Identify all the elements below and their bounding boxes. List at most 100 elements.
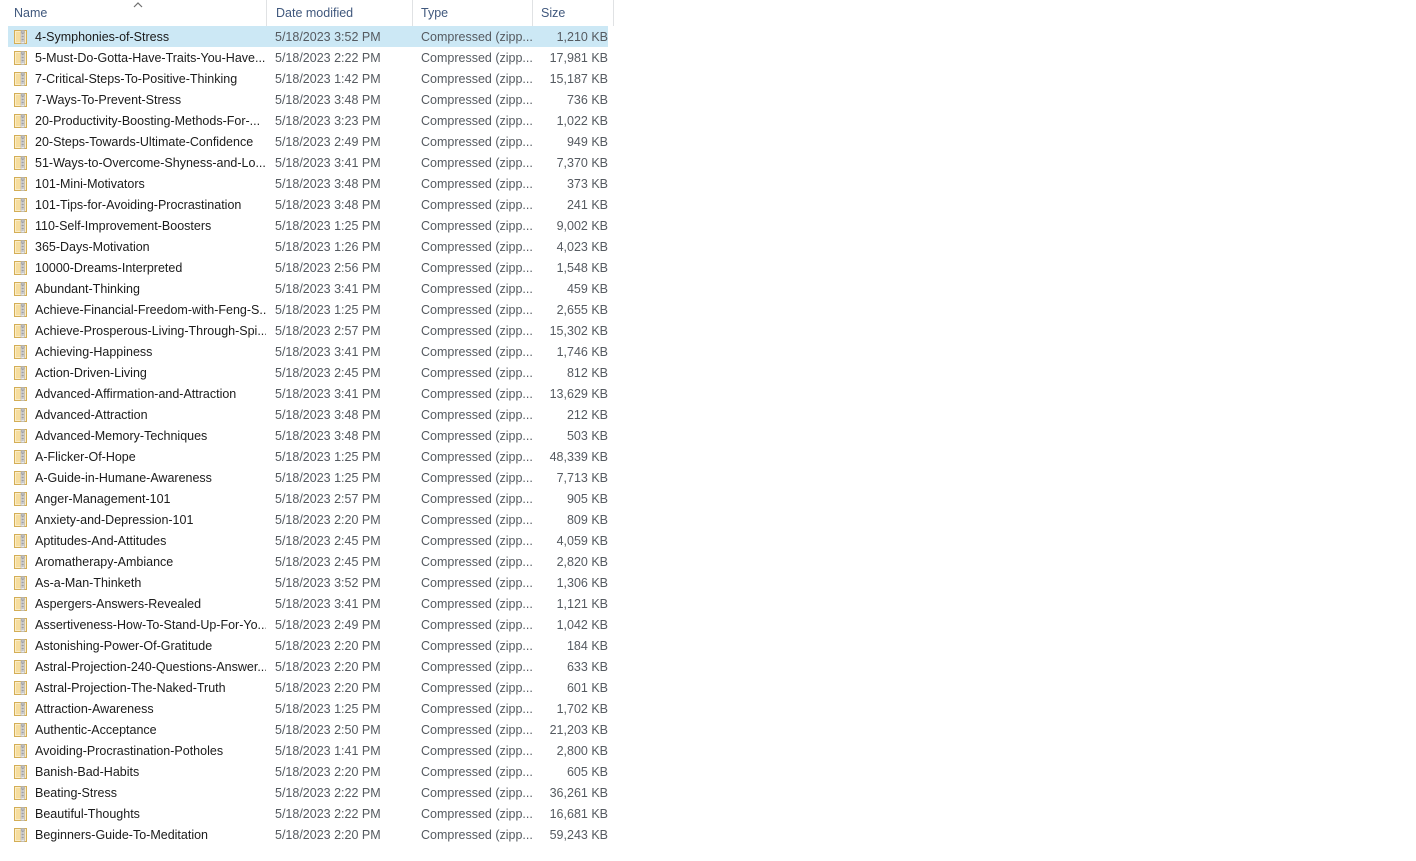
file-name-cell[interactable]: Anger-Management-101 [14, 488, 266, 509]
file-type-label: Compressed (zipp... [421, 281, 533, 296]
file-name-cell[interactable]: Abundant-Thinking [14, 278, 266, 299]
table-row[interactable]: Achieve-Financial-Freedom-with-Feng-S...… [8, 299, 608, 320]
table-row[interactable]: Astral-Projection-240-Questions-Answer..… [8, 656, 608, 677]
table-row[interactable]: 110-Self-Improvement-Boosters 5/18/2023 … [8, 215, 608, 236]
table-row[interactable]: Advanced-Memory-Techniques 5/18/2023 3:4… [8, 425, 608, 446]
column-header-type[interactable]: Type [412, 0, 532, 26]
column-header-size[interactable]: Size [532, 0, 614, 26]
file-type-label: Compressed (zipp... [421, 29, 533, 44]
table-row[interactable]: Assertiveness-How-To-Stand-Up-For-Yo... … [8, 614, 608, 635]
file-name-cell[interactable]: Achieve-Prosperous-Living-Through-Spi... [14, 320, 266, 341]
file-size-cell: 2,820 KB [538, 551, 608, 572]
file-date-modified-label: 5/18/2023 3:48 PM [275, 197, 381, 212]
table-row[interactable]: Beating-Stress 5/18/2023 2:22 PM Compres… [8, 782, 608, 803]
file-name-cell[interactable]: Astral-Projection-The-Naked-Truth [14, 677, 266, 698]
table-row[interactable]: 5-Must-Do-Gotta-Have-Traits-You-Have... … [8, 47, 608, 68]
file-name-cell[interactable]: 110-Self-Improvement-Boosters [14, 215, 266, 236]
table-row[interactable]: Advanced-Attraction 5/18/2023 3:48 PM Co… [8, 404, 608, 425]
file-name-cell[interactable]: 5-Must-Do-Gotta-Have-Traits-You-Have... [14, 47, 266, 68]
file-type-label: Compressed (zipp... [421, 407, 533, 422]
table-row[interactable]: 7-Ways-To-Prevent-Stress 5/18/2023 3:48 … [8, 89, 608, 110]
file-size-cell: 503 KB [538, 425, 608, 446]
file-name-label: 5-Must-Do-Gotta-Have-Traits-You-Have... [35, 50, 266, 65]
table-row[interactable]: Abundant-Thinking 5/18/2023 3:41 PM Comp… [8, 278, 608, 299]
table-row[interactable]: 4-Symphonies-of-Stress 5/18/2023 3:52 PM… [8, 26, 608, 47]
file-name-cell[interactable]: Achieve-Financial-Freedom-with-Feng-S... [14, 299, 266, 320]
file-name-cell[interactable]: Beautiful-Thoughts [14, 803, 266, 824]
table-row[interactable]: Authentic-Acceptance 5/18/2023 2:50 PM C… [8, 719, 608, 740]
file-name-cell[interactable]: Advanced-Attraction [14, 404, 266, 425]
table-row[interactable]: Avoiding-Procrastination-Potholes 5/18/2… [8, 740, 608, 761]
table-row[interactable]: Astral-Projection-The-Naked-Truth 5/18/2… [8, 677, 608, 698]
file-name-cell[interactable]: Aspergers-Answers-Revealed [14, 593, 266, 614]
file-name-cell[interactable]: Aptitudes-And-Attitudes [14, 530, 266, 551]
file-type-cell: Compressed (zipp... [421, 47, 539, 68]
table-row[interactable]: Astonishing-Power-Of-Gratitude 5/18/2023… [8, 635, 608, 656]
table-row[interactable]: Aromatherapy-Ambiance 5/18/2023 2:45 PM … [8, 551, 608, 572]
file-name-cell[interactable]: 20-Productivity-Boosting-Methods-For-... [14, 110, 266, 131]
file-name-cell[interactable]: Beginners-Guide-To-Meditation [14, 824, 266, 845]
file-name-cell[interactable]: 10000-Dreams-Interpreted [14, 257, 266, 278]
file-name-cell[interactable]: 4-Symphonies-of-Stress [14, 26, 266, 47]
file-size-label: 36,261 KB [549, 785, 608, 800]
table-row[interactable]: As-a-Man-Thinketh 5/18/2023 3:52 PM Comp… [8, 572, 608, 593]
zip-file-icon [14, 281, 28, 297]
file-name-cell[interactable]: Advanced-Memory-Techniques [14, 425, 266, 446]
table-row[interactable]: Banish-Bad-Habits 5/18/2023 2:20 PM Comp… [8, 761, 608, 782]
file-name-cell[interactable]: Anxiety-and-Depression-101 [14, 509, 266, 530]
file-name-cell[interactable]: Attraction-Awareness [14, 698, 266, 719]
table-row[interactable]: Aptitudes-And-Attitudes 5/18/2023 2:45 P… [8, 530, 608, 551]
file-name-cell[interactable]: Authentic-Acceptance [14, 719, 266, 740]
table-row[interactable]: 51-Ways-to-Overcome-Shyness-and-Lo... 5/… [8, 152, 608, 173]
table-row[interactable]: 365-Days-Motivation 5/18/2023 1:26 PM Co… [8, 236, 608, 257]
file-size-cell: 15,187 KB [538, 68, 608, 89]
file-name-cell[interactable]: Banish-Bad-Habits [14, 761, 266, 782]
table-row[interactable]: 20-Steps-Towards-Ultimate-Confidence 5/1… [8, 131, 608, 152]
file-name-cell[interactable]: 7-Critical-Steps-To-Positive-Thinking [14, 68, 266, 89]
file-name-cell[interactable]: 20-Steps-Towards-Ultimate-Confidence [14, 131, 266, 152]
file-name-cell[interactable]: Astral-Projection-240-Questions-Answer..… [14, 656, 266, 677]
file-name-cell[interactable]: Beating-Stress [14, 782, 266, 803]
table-row[interactable]: 10000-Dreams-Interpreted 5/18/2023 2:56 … [8, 257, 608, 278]
file-list-scroll-area[interactable]: 4-Symphonies-of-Stress 5/18/2023 3:52 PM… [0, 26, 1416, 861]
table-row[interactable]: Beautiful-Thoughts 5/18/2023 2:22 PM Com… [8, 803, 608, 824]
file-name-cell[interactable]: As-a-Man-Thinketh [14, 572, 266, 593]
file-name-cell[interactable]: 365-Days-Motivation [14, 236, 266, 257]
table-row[interactable]: 20-Productivity-Boosting-Methods-For-...… [8, 110, 608, 131]
table-row[interactable]: Attraction-Awareness 5/18/2023 1:25 PM C… [8, 698, 608, 719]
file-name-cell[interactable]: A-Flicker-Of-Hope [14, 446, 266, 467]
column-header-date-modified[interactable]: Date modified [266, 0, 412, 26]
table-row[interactable]: 7-Critical-Steps-To-Positive-Thinking 5/… [8, 68, 608, 89]
file-name-cell[interactable]: Achieving-Happiness [14, 341, 266, 362]
table-row[interactable]: Beginners-Guide-To-Meditation 5/18/2023 … [8, 824, 608, 845]
file-type-label: Compressed (zipp... [421, 575, 533, 590]
table-row[interactable]: Action-Driven-Living 5/18/2023 2:45 PM C… [8, 362, 608, 383]
file-name-cell[interactable]: 51-Ways-to-Overcome-Shyness-and-Lo... [14, 152, 266, 173]
column-header-name[interactable]: Name [8, 0, 266, 26]
file-size-cell: 459 KB [538, 278, 608, 299]
table-row[interactable]: Advanced-Affirmation-and-Attraction 5/18… [8, 383, 608, 404]
file-date-modified-cell: 5/18/2023 2:50 PM [275, 719, 415, 740]
file-date-modified-cell: 5/18/2023 2:20 PM [275, 824, 415, 845]
table-row[interactable]: Anxiety-and-Depression-101 5/18/2023 2:2… [8, 509, 608, 530]
table-row[interactable]: Achieving-Happiness 5/18/2023 3:41 PM Co… [8, 341, 608, 362]
table-row[interactable]: Achieve-Prosperous-Living-Through-Spi...… [8, 320, 608, 341]
file-type-cell: Compressed (zipp... [421, 362, 539, 383]
file-name-cell[interactable]: Aromatherapy-Ambiance [14, 551, 266, 572]
file-name-cell[interactable]: Advanced-Affirmation-and-Attraction [14, 383, 266, 404]
table-row[interactable]: A-Flicker-Of-Hope 5/18/2023 1:25 PM Comp… [8, 446, 608, 467]
file-name-cell[interactable]: Avoiding-Procrastination-Potholes [14, 740, 266, 761]
file-name-cell[interactable]: Astonishing-Power-Of-Gratitude [14, 635, 266, 656]
file-name-cell[interactable]: A-Guide-in-Humane-Awareness [14, 467, 266, 488]
table-row[interactable]: Anger-Management-101 5/18/2023 2:57 PM C… [8, 488, 608, 509]
table-row[interactable]: 101-Mini-Motivators 5/18/2023 3:48 PM Co… [8, 173, 608, 194]
file-name-cell[interactable]: 101-Tips-for-Avoiding-Procrastination [14, 194, 266, 215]
table-row[interactable]: A-Guide-in-Humane-Awareness 5/18/2023 1:… [8, 467, 608, 488]
zip-file-icon [14, 29, 28, 45]
file-name-cell[interactable]: 101-Mini-Motivators [14, 173, 266, 194]
table-row[interactable]: Aspergers-Answers-Revealed 5/18/2023 3:4… [8, 593, 608, 614]
file-name-cell[interactable]: 7-Ways-To-Prevent-Stress [14, 89, 266, 110]
file-name-cell[interactable]: Action-Driven-Living [14, 362, 266, 383]
table-row[interactable]: 101-Tips-for-Avoiding-Procrastination 5/… [8, 194, 608, 215]
file-name-cell[interactable]: Assertiveness-How-To-Stand-Up-For-Yo... [14, 614, 266, 635]
